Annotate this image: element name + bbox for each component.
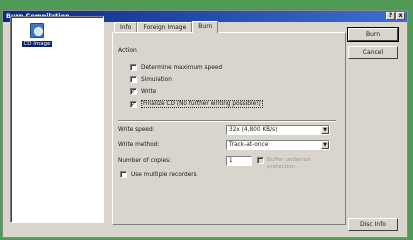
simulation-checkbox[interactable]: Simulation	[130, 76, 172, 83]
checkbox-box[interactable]	[130, 76, 137, 83]
checkbox-box[interactable]	[130, 64, 137, 71]
write-method-label: Write method:	[118, 142, 160, 148]
disc-info-button[interactable]: Disc Info	[348, 218, 398, 231]
list-item-cd-image[interactable]: CD Image	[19, 23, 55, 47]
checkbox-box	[257, 157, 264, 164]
chevron-down-icon[interactable]: ▼	[321, 126, 329, 134]
cd-image-icon	[30, 23, 44, 38]
checkbox-label: Write	[141, 88, 157, 95]
determine-max-speed-checkbox[interactable]: Determine maximum speed	[130, 64, 222, 71]
multiple-recorders-checkbox[interactable]: Use multiple recorders	[120, 171, 197, 178]
buffer-underrun-checkbox: Buffer underrun protection	[257, 157, 311, 170]
checkbox-label: Determine maximum speed	[141, 64, 223, 71]
buffer-underrun-label: Buffer underrun	[267, 157, 311, 163]
write-speed-label: Write speed:	[118, 127, 155, 133]
copies-input[interactable]: 1	[226, 156, 252, 166]
chevron-down-icon[interactable]: ▼	[321, 141, 329, 149]
checkbox-label: Use multiple recorders	[131, 171, 197, 178]
cancel-button[interactable]: Cancel	[348, 46, 398, 59]
checkbox-label: Simulation	[141, 76, 172, 83]
list-item-label: CD Image	[22, 41, 52, 47]
write-checkbox[interactable]: ✓ Write	[130, 88, 156, 95]
write-method-value: Track-at-once	[229, 142, 269, 148]
write-speed-value: 32x (4,800 KB/s)	[229, 127, 278, 133]
checkbox-box[interactable]	[120, 171, 127, 178]
check-mark-icon[interactable]: ✓	[130, 100, 137, 108]
compilation-list[interactable]: CD Image	[10, 16, 104, 223]
write-method-select[interactable]: Track-at-once ▼	[226, 140, 330, 150]
copies-label: Number of copies:	[118, 158, 172, 164]
checkbox-label: Finalize CD (No further writing possible…	[141, 100, 263, 108]
buffer-underrun-label-2: protection	[267, 163, 296, 170]
divider	[118, 120, 336, 122]
burn-button[interactable]: Burn	[347, 27, 399, 42]
check-mark-icon[interactable]: ✓	[130, 88, 137, 95]
tab-burn[interactable]: Burn	[192, 21, 219, 33]
help-button[interactable]: ?	[386, 12, 395, 20]
close-button[interactable]: x	[396, 12, 405, 20]
finalize-cd-checkbox[interactable]: ✓ Finalize CD (No further writing possib…	[130, 100, 263, 108]
action-group-title: Action	[118, 47, 137, 54]
write-speed-select[interactable]: 32x (4,800 KB/s) ▼	[226, 125, 330, 135]
